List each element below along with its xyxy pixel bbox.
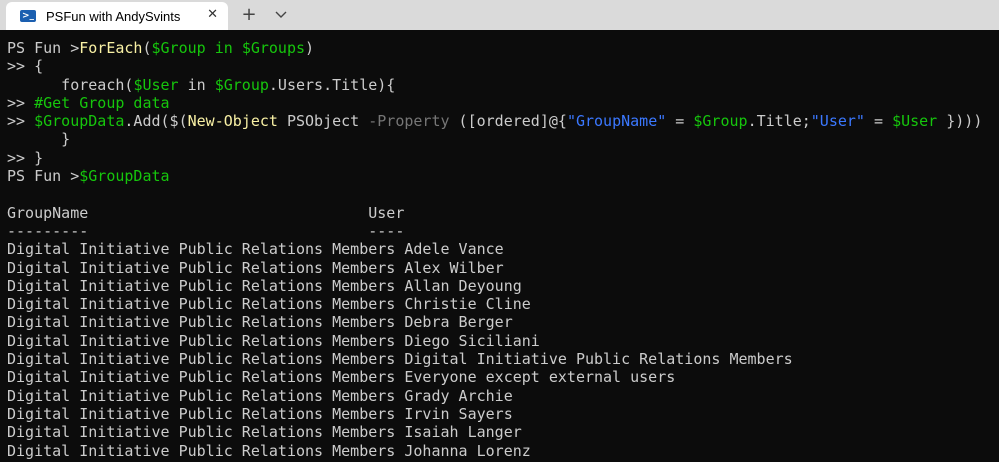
terminal-text: $GroupData: [79, 167, 170, 186]
close-icon[interactable]: ✕: [207, 8, 218, 22]
title-bar: >_ PSFun with AndySvints ✕ +: [0, 0, 999, 30]
terminal-line: >> {: [7, 57, 997, 75]
terminal-text: >>: [7, 93, 35, 112]
terminal-text: --------- ----: [7, 221, 405, 240]
terminal-text: Digital Initiative Public Relations Memb…: [7, 350, 793, 369]
terminal-text: "User": [810, 112, 865, 131]
terminal-text: =: [666, 112, 694, 131]
terminal-line: Digital Initiative Public Relations Memb…: [7, 442, 997, 460]
terminal-text: -Property: [368, 112, 450, 131]
terminal-text: >> {: [7, 57, 44, 76]
terminal-line: Digital Initiative Public Relations Memb…: [7, 387, 997, 405]
terminal-line: GroupName User: [7, 204, 997, 222]
terminal-text: PSObject: [277, 112, 369, 131]
terminal-line: Digital Initiative Public Relations Memb…: [7, 350, 997, 368]
terminal-line: Digital Initiative Public Relations Memb…: [7, 259, 997, 277]
terminal-text: $Group: [693, 112, 748, 131]
tab-title: PSFun with AndySvints: [46, 8, 181, 24]
terminal-line: Digital Initiative Public Relations Memb…: [7, 368, 997, 386]
terminal-text: }))): [937, 112, 983, 131]
terminal-line: Digital Initiative Public Relations Memb…: [7, 240, 997, 258]
terminal-line: PS Fun >$GroupData: [7, 167, 997, 185]
terminal-line: --------- ----: [7, 222, 997, 240]
terminal-text: foreach(: [7, 75, 134, 94]
terminal-text: ([ordered]@{: [449, 112, 567, 131]
terminal-line: Digital Initiative Public Relations Memb…: [7, 332, 997, 350]
terminal-text: #Get Group data: [34, 93, 170, 112]
terminal-text: $User: [892, 112, 938, 131]
terminal-text: New-Object: [187, 112, 278, 131]
terminal-line: Digital Initiative Public Relations Memb…: [7, 313, 997, 331]
terminal-line: }: [7, 130, 997, 148]
terminal-text: Digital Initiative Public Relations Memb…: [7, 240, 504, 259]
terminal-text: $Group: [151, 39, 206, 57]
terminal-text: Digital Initiative Public Relations Memb…: [7, 276, 522, 295]
terminal-text: Digital Initiative Public Relations Memb…: [7, 441, 531, 460]
terminal-text: }: [7, 130, 71, 149]
terminal-text: Digital Initiative Public Relations Memb…: [7, 313, 513, 332]
terminal-text: Digital Initiative Public Relations Memb…: [7, 295, 531, 314]
chevron-down-icon[interactable]: [270, 4, 292, 26]
terminal-output[interactable]: PS Fun >ForEach($Group in $Groups) >> { f…: [7, 39, 997, 462]
terminal-text: >>: [7, 112, 35, 131]
terminal-text: in: [178, 75, 215, 94]
terminal-text: $User: [133, 75, 179, 94]
terminal-line: >> $GroupData.Add($(New-Object PSObject …: [7, 112, 997, 130]
new-tab-button[interactable]: +: [238, 4, 260, 26]
terminal-text: $Groups: [241, 39, 306, 57]
terminal-text: >> }: [7, 148, 44, 167]
terminal-tab[interactable]: >_ PSFun with AndySvints ✕: [6, 2, 228, 30]
terminal-text: GroupName User: [7, 203, 405, 222]
terminal-line: PS Fun >ForEach($Group in $Groups): [7, 39, 997, 57]
terminal-text: Digital Initiative Public Relations Memb…: [7, 423, 522, 442]
terminal-line: >> }: [7, 149, 997, 167]
terminal-line: Digital Initiative Public Relations Memb…: [7, 423, 997, 441]
terminal-text: PS Fun >: [7, 167, 80, 186]
terminal-text: Digital Initiative Public Relations Memb…: [7, 258, 504, 277]
terminal-line: foreach($User in $Group.Users.Title){: [7, 76, 997, 94]
terminal-text: $Group: [214, 75, 269, 94]
terminal-text: .Title;: [747, 112, 811, 131]
terminal-text: PS Fun >: [7, 39, 80, 57]
terminal-text: in: [214, 39, 233, 57]
terminal-text: .Add($(: [124, 112, 188, 131]
terminal-line: Digital Initiative Public Relations Memb…: [7, 405, 997, 423]
terminal-text: Digital Initiative Public Relations Memb…: [7, 386, 513, 405]
terminal-text: Digital Initiative Public Relations Memb…: [7, 331, 540, 350]
terminal-text: .Users.Title){: [268, 75, 396, 94]
terminal-line: Digital Initiative Public Relations Memb…: [7, 295, 997, 313]
terminal-text: Digital Initiative Public Relations Memb…: [7, 368, 676, 387]
terminal-line: >> #Get Group data: [7, 94, 997, 112]
terminal-text: Digital Initiative Public Relations Memb…: [7, 404, 513, 423]
terminal-text: $GroupData: [34, 112, 125, 131]
terminal-text: ForEach: [79, 39, 143, 57]
powershell-icon: >_: [20, 10, 36, 22]
terminal-line: Digital Initiative Public Relations Memb…: [7, 277, 997, 295]
terminal-text: (: [142, 39, 152, 57]
terminal-text: =: [864, 112, 893, 131]
terminal-text: "GroupName": [566, 112, 667, 131]
terminal-text: ): [305, 39, 315, 57]
